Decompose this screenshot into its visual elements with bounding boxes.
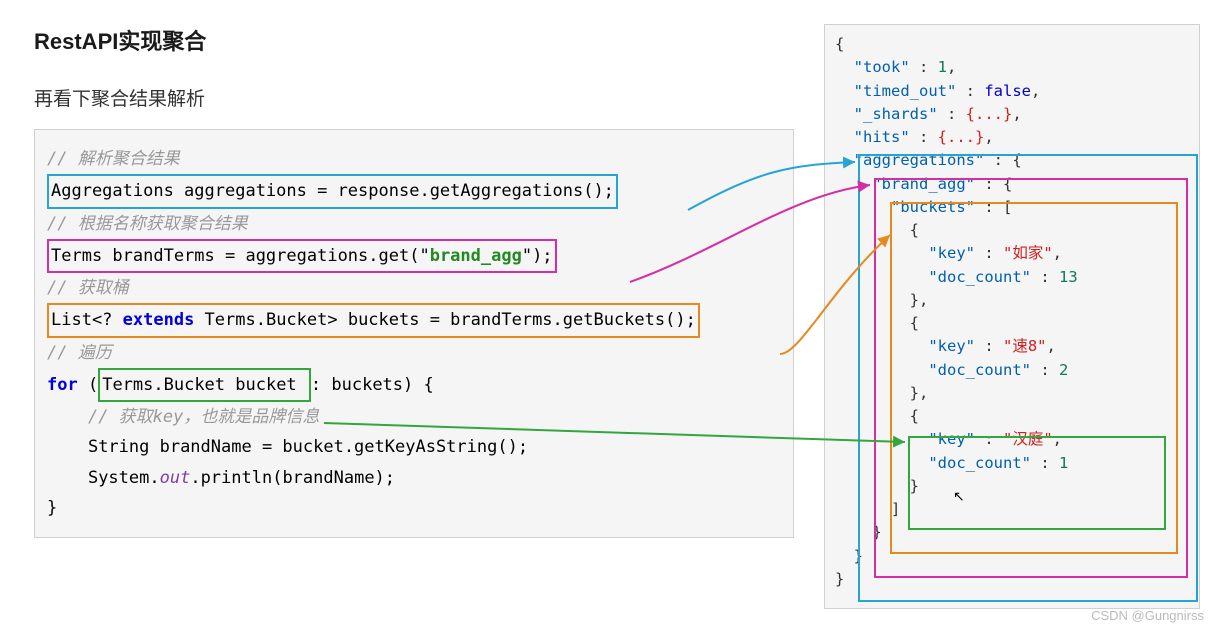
json-aggregations: "aggregations" bbox=[854, 151, 985, 169]
line-get-key-as-string: String brandName = bucket.getKeyAsString… bbox=[88, 437, 528, 457]
json-brand-agg: "brand_agg" bbox=[872, 175, 975, 193]
java-code-block: // 解析聚合结果 Aggregations aggregations = re… bbox=[34, 129, 794, 538]
page-title: RestAPI实现聚合 bbox=[34, 24, 794, 56]
line-get-buckets: List<? extends Terms.Bucket> buckets = b… bbox=[47, 303, 700, 337]
line-println: System.out.println(brandName); bbox=[88, 468, 395, 488]
watermark: CSDN @Gungnirss bbox=[1091, 608, 1204, 623]
comment-get-buckets: // 获取桶 bbox=[47, 278, 129, 298]
comment-get-by-name: // 根据名称获取聚合结果 bbox=[47, 214, 248, 234]
comment-parse-agg: // 解析聚合结果 bbox=[47, 149, 180, 169]
subtitle: 再看下聚合结果解析 bbox=[34, 84, 794, 111]
json-took: "took" bbox=[854, 58, 910, 76]
for-keyword: for bbox=[47, 375, 78, 395]
json-hits: "hits" bbox=[854, 128, 910, 146]
line-get-brand-terms: Terms brandTerms = aggregations.get("bra… bbox=[47, 239, 557, 273]
comment-iterate: // 遍历 bbox=[47, 343, 112, 363]
line-get-aggregations: Aggregations aggregations = response.get… bbox=[47, 174, 618, 208]
line-close-brace: } bbox=[47, 498, 57, 518]
line-bucket-var: Terms.Bucket bucket bbox=[98, 368, 311, 402]
json-timed-out: "timed_out" bbox=[854, 82, 957, 100]
json-response-block: { "took" : 1, "timed_out" : false, "_sha… bbox=[824, 24, 1200, 609]
comment-get-key: // 获取key，也就是品牌信息 bbox=[88, 407, 319, 427]
json-shards: "_shards" bbox=[854, 105, 938, 123]
json-buckets: "buckets" bbox=[891, 198, 975, 216]
